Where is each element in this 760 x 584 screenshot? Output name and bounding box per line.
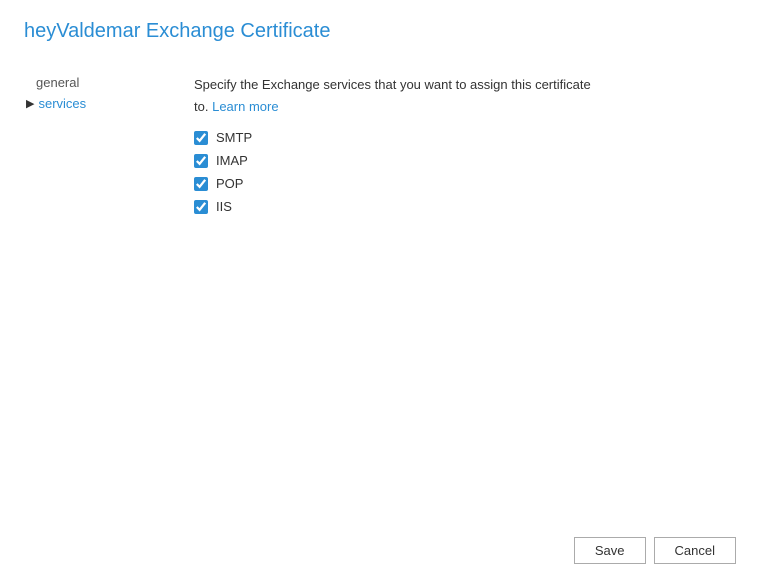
- main-content: Specify the Exchange services that you w…: [184, 75, 736, 564]
- sidebar-arrow-icon: ▶: [26, 97, 34, 110]
- sidebar-services-label: services: [38, 96, 86, 111]
- service-item-imap: IMAP: [194, 153, 736, 168]
- imap-checkbox[interactable]: [194, 154, 208, 168]
- pop-label: POP: [216, 176, 243, 191]
- iis-label: IIS: [216, 199, 232, 214]
- services-list: SMTP IMAP POP IIS: [194, 130, 736, 214]
- sidebar: general ▶ services: [24, 75, 184, 564]
- content-area: general ▶ services Specify the Exchange …: [24, 75, 736, 564]
- imap-label: IMAP: [216, 153, 248, 168]
- sidebar-item-services[interactable]: ▶ services: [24, 96, 184, 111]
- smtp-label: SMTP: [216, 130, 252, 145]
- learn-more-link[interactable]: Learn more: [212, 99, 278, 114]
- service-item-smtp: SMTP: [194, 130, 736, 145]
- cancel-button[interactable]: Cancel: [654, 537, 736, 564]
- iis-checkbox[interactable]: [194, 200, 208, 214]
- page-container: heyValdemar Exchange Certificate general…: [0, 0, 760, 584]
- smtp-checkbox[interactable]: [194, 131, 208, 145]
- sidebar-item-general: general: [24, 75, 184, 90]
- service-item-pop: POP: [194, 176, 736, 191]
- service-item-iis: IIS: [194, 199, 736, 214]
- page-title: heyValdemar Exchange Certificate: [24, 20, 736, 55]
- description-line2: to. Learn more: [194, 97, 736, 117]
- pop-checkbox[interactable]: [194, 177, 208, 191]
- description-line1: Specify the Exchange services that you w…: [194, 75, 736, 95]
- save-button[interactable]: Save: [574, 537, 646, 564]
- footer-buttons: Save Cancel: [574, 537, 736, 564]
